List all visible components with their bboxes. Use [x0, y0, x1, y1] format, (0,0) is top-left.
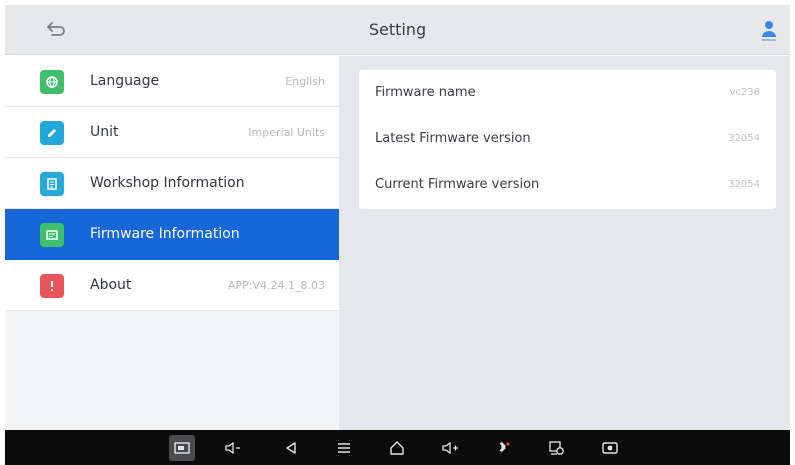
firmware-name-row: Firmware name vc238	[359, 70, 776, 116]
menu-label-firmware-information: Firmware Information	[90, 226, 240, 242]
page-title: Setting	[368, 20, 427, 39]
menu-item-workshop-information[interactable]: Workshop Information	[5, 158, 339, 209]
firmware-name-value: vc238	[729, 87, 760, 98]
latest-firmware-version-row: Latest Firmware version 32054	[359, 116, 776, 162]
menu-value-language: English	[285, 75, 325, 88]
menu-icon[interactable]	[332, 436, 356, 460]
volume-up-icon[interactable]	[438, 436, 462, 460]
latest-firmware-version-label: Latest Firmware version	[375, 131, 531, 146]
menu-label-language: Language	[90, 73, 160, 89]
system-navbar	[5, 430, 790, 465]
about-icon	[40, 274, 64, 298]
user-icon	[762, 21, 776, 41]
menu-item-about[interactable]: About APP:V4.24.1_8.03	[5, 260, 339, 311]
volume-down-icon[interactable]	[221, 436, 245, 460]
current-firmware-version-label: Current Firmware version	[375, 177, 540, 192]
menu-item-language[interactable]: Language English	[5, 56, 339, 107]
menu-item-firmware-information[interactable]: Firmware Information	[5, 209, 339, 260]
record-icon[interactable]	[598, 436, 622, 460]
latest-firmware-version-value: 32054	[728, 133, 760, 144]
settings-icon[interactable]	[545, 436, 569, 460]
language-icon	[40, 70, 64, 94]
back-icon[interactable]	[279, 436, 303, 460]
menu-value-unit: Imperial Units	[248, 126, 325, 139]
vci-icon[interactable]	[491, 436, 515, 460]
user-button[interactable]	[756, 17, 782, 45]
workshop-icon	[40, 172, 64, 196]
home-icon[interactable]	[385, 436, 409, 460]
menu-label-unit: Unit	[90, 124, 119, 140]
firmware-icon	[40, 223, 64, 247]
menu-label-workshop-information: Workshop Information	[90, 175, 245, 191]
app-window: Setting Language English Unit Imperial U…	[0, 0, 795, 465]
current-firmware-version-value: 32054	[728, 179, 760, 190]
menu-label-about: About	[90, 277, 132, 293]
screenshot-icon[interactable]	[169, 435, 195, 461]
menu-value-about: APP:V4.24.1_8.03	[227, 279, 325, 292]
firmware-info-card: Firmware name vc238 Latest Firmware vers…	[359, 70, 776, 209]
menu-item-unit[interactable]: Unit Imperial Units	[5, 107, 339, 158]
header-bar: Setting	[5, 5, 790, 55]
current-firmware-version-row: Current Firmware version 32054	[359, 162, 776, 208]
unit-icon	[40, 121, 64, 145]
firmware-detail-panel: Firmware name vc238 Latest Firmware vers…	[339, 56, 790, 430]
firmware-name-label: Firmware name	[375, 85, 476, 100]
settings-menu: Language English Unit Imperial Units Wor…	[5, 56, 339, 430]
